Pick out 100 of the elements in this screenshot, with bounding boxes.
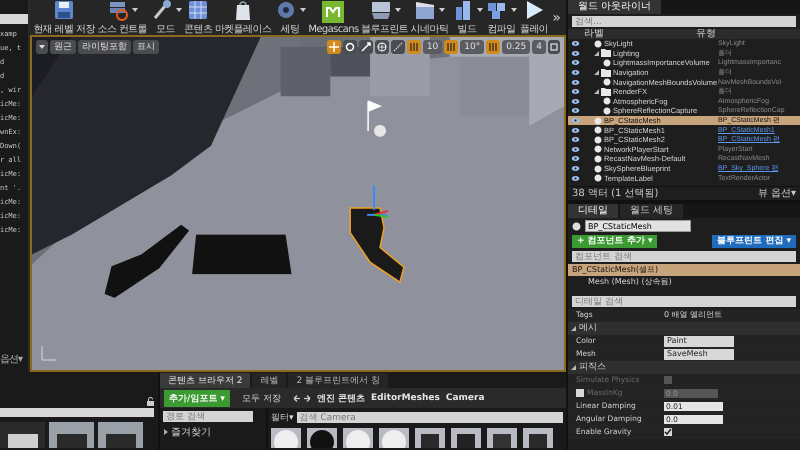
asset-thumbnail[interactable] bbox=[98, 422, 143, 448]
search-field[interactable] bbox=[0, 408, 154, 417]
eye-icon[interactable] bbox=[571, 80, 580, 85]
asset-thumbnail[interactable] bbox=[523, 428, 553, 448]
toolbar-button[interactable]: 블루프린트 bbox=[360, 0, 410, 35]
rotation-snap-icon[interactable] bbox=[444, 40, 458, 54]
eye-icon[interactable] bbox=[571, 98, 580, 104]
save-all-button[interactable]: 모두 저장 bbox=[236, 390, 287, 406]
viewport-menu-button[interactable] bbox=[36, 40, 48, 54]
asset-thumbnail[interactable] bbox=[379, 428, 409, 448]
section-header[interactable]: 메시 bbox=[568, 322, 800, 335]
eye-icon[interactable] bbox=[571, 128, 580, 133]
component-item[interactable]: Mesh (Mesh) (상속됨) bbox=[568, 276, 800, 288]
expand-arrow-icon[interactable] bbox=[571, 365, 576, 370]
outliner-search-field[interactable]: 검색... bbox=[572, 16, 796, 27]
toolbar-button[interactable]: 빌드 bbox=[450, 0, 484, 35]
actor-icon bbox=[594, 40, 602, 48]
asset-thumbnail[interactable] bbox=[343, 428, 373, 448]
add-component-button[interactable]: + 컴포넌트 추가 ▾ bbox=[572, 235, 658, 248]
grid-snap-icon[interactable] bbox=[406, 40, 421, 54]
eye-icon[interactable] bbox=[571, 60, 580, 66]
asset-thumbnail[interactable] bbox=[307, 428, 337, 448]
eye-icon[interactable] bbox=[571, 118, 580, 124]
eye-icon[interactable] bbox=[571, 137, 580, 142]
asset-thumbnail[interactable] bbox=[451, 428, 481, 448]
eye-icon[interactable] bbox=[571, 146, 580, 152]
snap-value[interactable]: 10 bbox=[422, 40, 442, 54]
eye-icon[interactable] bbox=[571, 89, 580, 94]
asset-thumbnail[interactable] bbox=[487, 428, 517, 448]
panel-tab[interactable]: 2 블루프린트에서 칭 bbox=[288, 373, 388, 388]
eye-icon[interactable] bbox=[571, 41, 580, 46]
search-field[interactable] bbox=[0, 14, 28, 24]
surface-snap-icon[interactable] bbox=[390, 40, 405, 54]
viewport-mode-button[interactable]: 라이팅포함 bbox=[78, 40, 131, 54]
move-tool-icon[interactable] bbox=[326, 40, 341, 54]
expand-arrow-icon[interactable] bbox=[571, 326, 576, 331]
viewport-mode-button[interactable]: 표시 bbox=[133, 40, 159, 54]
toolbar-button[interactable]: 콘텐츠 bbox=[182, 0, 214, 35]
folder-tree-item[interactable]: 즐겨찾기 bbox=[163, 422, 263, 439]
toolbar-button[interactable]: Megascans bbox=[307, 0, 360, 35]
asset-thumbnail[interactable] bbox=[49, 422, 94, 448]
scale-snap-icon[interactable] bbox=[486, 40, 500, 54]
eye-icon[interactable] bbox=[571, 70, 580, 76]
viewport[interactable]: 원근 라이팅포함 표시 10 10° 0.25 4 bbox=[30, 35, 566, 372]
toolbar-button[interactable]: 세팅 bbox=[272, 0, 308, 35]
edit-blueprint-button[interactable]: 블루프린트 편집 ▾ bbox=[712, 235, 796, 248]
globe-icon[interactable] bbox=[374, 40, 389, 54]
expand-arrow-icon[interactable] bbox=[594, 89, 599, 94]
actor-name-field[interactable]: BP_CStaticMesh bbox=[585, 220, 691, 232]
add-import-button[interactable]: 추가/임포트 ▾ bbox=[164, 390, 230, 406]
toolbar-button[interactable]: 소스 컨트롤 bbox=[96, 0, 148, 35]
asset-thumbnail[interactable] bbox=[0, 422, 45, 448]
eye-icon[interactable] bbox=[571, 166, 580, 172]
panel-tab[interactable]: 월드 아웃라이너 bbox=[568, 0, 662, 14]
toolbar-button[interactable]: 시네마틱 bbox=[409, 0, 450, 35]
eye-icon[interactable] bbox=[571, 108, 580, 114]
snap-value[interactable]: 0.25 bbox=[502, 40, 530, 54]
component-item[interactable]: BP_CStaticMesh(셀프) bbox=[568, 264, 800, 276]
checkbox[interactable] bbox=[664, 428, 672, 436]
expand-arrow-icon[interactable] bbox=[594, 50, 599, 56]
overflow-button[interactable]: » bbox=[549, 10, 564, 26]
asset-search-field[interactable]: 검색 Camera bbox=[296, 412, 563, 423]
component-search-field[interactable]: 컴포넌트 검색 bbox=[572, 251, 796, 262]
padlock-icon[interactable] bbox=[147, 397, 154, 406]
scale-tool-icon[interactable] bbox=[358, 40, 373, 54]
asset-thumbnail[interactable] bbox=[415, 428, 445, 448]
caret-icon bbox=[39, 45, 45, 49]
toolbar-button[interactable]: 마켓플레이스 bbox=[214, 0, 272, 35]
breadcrumb-item[interactable]: 엔진 콘텐츠 bbox=[316, 392, 365, 404]
snap-value[interactable]: 10° bbox=[460, 40, 484, 54]
eye-icon[interactable] bbox=[571, 156, 580, 162]
asset-thumbnail[interactable] bbox=[271, 428, 301, 448]
breadcrumb-item[interactable]: EditorMeshes bbox=[370, 393, 440, 403]
filter-button[interactable]: 필터▾ bbox=[271, 411, 294, 424]
panel-tab[interactable]: 디테일 bbox=[568, 204, 618, 218]
view-options-button[interactable]: 뷰 옵션▾ bbox=[758, 188, 796, 198]
expand-arrow-icon[interactable] bbox=[163, 429, 169, 435]
maximize-icon[interactable] bbox=[548, 40, 560, 54]
toolbar-button[interactable]: 모드 bbox=[148, 0, 183, 35]
viewport-mode-button[interactable]: 원근 bbox=[50, 40, 76, 54]
section-header[interactable]: 피직스 bbox=[568, 361, 800, 374]
expand-arrow-icon[interactable] bbox=[594, 70, 599, 76]
property-button[interactable]: Paint bbox=[664, 336, 734, 346]
path-search-field[interactable]: 경로 검색 bbox=[163, 411, 253, 422]
panel-tab[interactable]: 레벨 bbox=[252, 373, 286, 388]
panel-tab[interactable]: 콘텐츠 브라우저 2 bbox=[160, 373, 250, 388]
toolbar-button[interactable]: 현재 레벨 저장 bbox=[32, 0, 96, 35]
breadcrumb-item[interactable]: Camera bbox=[446, 393, 485, 403]
property-button[interactable]: SaveMesh bbox=[664, 348, 734, 360]
camera-speed-button[interactable]: 4 bbox=[532, 40, 546, 54]
eye-icon[interactable] bbox=[571, 176, 580, 181]
toolbar-button[interactable]: 플레이 bbox=[518, 0, 550, 35]
actor-count: 38 액터 (1 선택됨) bbox=[572, 188, 658, 198]
details-search-field[interactable]: 디테일 검색 bbox=[572, 296, 796, 307]
panel-tab[interactable]: 월드 세팅 bbox=[620, 204, 684, 218]
view-options-button[interactable]: 옵션▾ bbox=[0, 352, 28, 372]
eye-icon[interactable] bbox=[571, 50, 580, 56]
toolbar-button[interactable]: 컴파일 bbox=[484, 0, 519, 35]
back-forward-arrows-icon[interactable] bbox=[292, 394, 311, 402]
rotate-tool-icon[interactable] bbox=[342, 40, 357, 54]
